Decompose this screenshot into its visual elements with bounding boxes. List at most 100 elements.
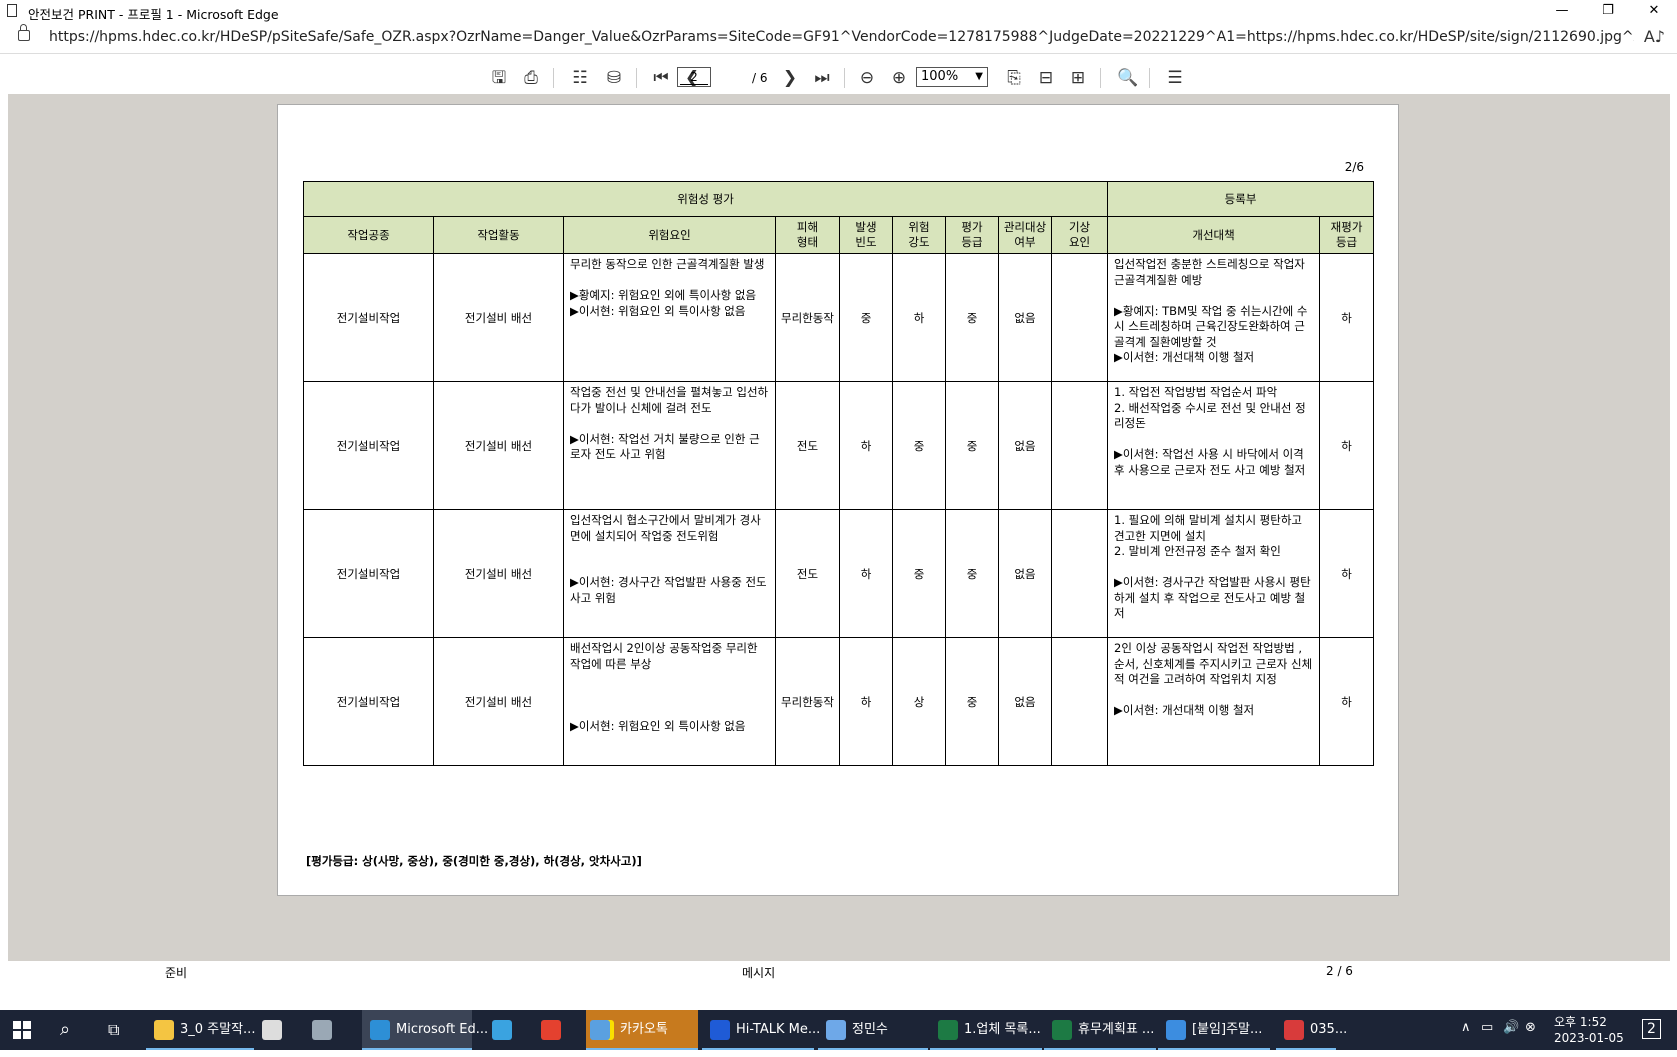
toolbar-divider <box>636 68 637 88</box>
frequency-cell: 중 <box>839 253 893 382</box>
app-icon <box>370 1020 390 1040</box>
notifications-icon[interactable]: 2 <box>1642 1019 1661 1039</box>
app-icon <box>154 1020 174 1040</box>
risk-assessment-table: 위험성 평가 등록부 작업공종 작업활동 위험요인 피해 형태 발생 빈도 위험 강도 평가… <box>302 181 1375 766</box>
window-title: 안전보건 PRINT - 프로필 1 - Microsoft Edge <box>28 7 279 22</box>
hazard-cell: 입선작업시 협소구간에서 말비계가 경사면에 설치되어 작업중 전도위험 ▶이서… <box>563 509 776 638</box>
managed-cell: 없음 <box>998 637 1052 766</box>
taskbar-app-label: [붙임]주말... <box>1192 1022 1263 1037</box>
taskbar-app-label: 휴무계획표 ... <box>1078 1022 1155 1037</box>
activity-cell: 전기설비 배선 <box>433 381 564 510</box>
chevron-up-icon[interactable]: ∧ <box>1461 1020 1471 1035</box>
next-page-icon[interactable]: ❯ <box>780 68 800 88</box>
work-type-cell: 전기설비작업 <box>303 381 434 510</box>
hazard-cell: 무리한 동작으로 인한 근골격계질환 발생 ▶황예지: 위험요인 외에 특이사항… <box>563 253 776 382</box>
taskbar-app-label: Hi-TALK Me... <box>736 1022 821 1037</box>
last-page-icon[interactable]: ⏭ <box>812 68 832 88</box>
measures-cell: 입선작업전 충분한 스트레칭으로 작업자 근골격계질환 예방 ▶황예지: TBM… <box>1107 253 1321 382</box>
taskbar-app-label: 카카오톡 <box>620 1022 668 1037</box>
file-icon[interactable] <box>262 1020 282 1040</box>
start-icon[interactable] <box>12 1010 36 1050</box>
taskbar-app[interactable]: 035... <box>1276 1010 1347 1050</box>
toolbar-divider <box>1100 68 1101 88</box>
taskbar-app-label: 035... <box>1310 1022 1348 1037</box>
add-page-icon[interactable]: ⊞ <box>1068 68 1088 88</box>
save-icon[interactable]: 🖫 <box>489 68 509 88</box>
network-icon[interactable]: ▭ <box>1481 1020 1493 1035</box>
volume-icon[interactable]: 🔊 <box>1503 1020 1519 1035</box>
task-view-icon[interactable]: ⧉ <box>108 1010 132 1050</box>
zoom-out-icon[interactable]: ⊖ <box>857 68 877 88</box>
managed-cell: 없음 <box>998 509 1052 638</box>
bird-app-icon[interactable] <box>492 1020 512 1040</box>
taskbar-app[interactable]: 1.업체 목록... <box>930 1010 1042 1050</box>
search-icon[interactable]: 🔍 <box>1117 68 1138 88</box>
minimize-button[interactable]: — <box>1539 0 1585 23</box>
zoom-in-icon[interactable]: ⊕ <box>889 68 909 88</box>
app-icon <box>710 1020 730 1040</box>
network-app-icon[interactable] <box>590 1020 610 1040</box>
search-icon[interactable]: ⌕ <box>60 1010 84 1050</box>
status-ready: 준비 <box>165 966 188 980</box>
table-row: 전기설비작업 전기설비 배선 입선작업시 협소구간에서 말비계가 경사면에 설치되어… <box>303 509 1375 638</box>
taskbar-app[interactable]: 휴무계획표 ... <box>1044 1010 1156 1050</box>
chrome-icon[interactable] <box>541 1020 561 1040</box>
database-icon[interactable]: ⛁ <box>604 68 624 88</box>
page-total: / 6 <box>752 71 768 85</box>
viewer-statusbar: 준비 메시지 2 / 6 <box>8 961 1670 982</box>
hazard-cell: 작업중 전선 및 안내선을 펼쳐놓고 입선하다가 발이나 신체에 걸려 전도 ▶… <box>563 381 776 510</box>
column-header: 재평가 등급 <box>1319 216 1375 254</box>
column-header: 관리대상 여부 <box>998 216 1052 254</box>
grade-legend: [평가등급: 상(사망, 중상), 중(경미한 중,경상), 하(경상, 앗차사… <box>306 854 642 868</box>
report-viewer[interactable]: 2/6 위험성 평가 등록부 작업공종 작업활동 위험요인 피해 형태 발생 빈도 위험 … <box>8 94 1670 961</box>
weather-cell <box>1050 509 1109 638</box>
lock-icon[interactable] <box>18 24 30 41</box>
severity-cell: 중 <box>892 381 946 510</box>
regrade-cell: 하 <box>1319 381 1375 510</box>
status-message: 메시지 <box>742 966 776 980</box>
clock-time[interactable]: 오후 1:52 <box>1554 1013 1607 1030</box>
status-icon[interactable]: ⊗ <box>1525 1020 1536 1035</box>
read-aloud-icon[interactable]: A♪ <box>1644 27 1665 46</box>
grade-cell: 중 <box>945 637 999 766</box>
taskbar-app[interactable]: 3_0 주말작... <box>146 1010 255 1050</box>
viewer-toolbar: 🖫 ⎙ ☷ ⛁ ⏮ ❮ 2 / 6 ❯ ⏭ ⊖ ⊕ 100% ▼ ⎘ ⊟ ⊞ 🔍 … <box>8 62 1670 94</box>
taskbar-app[interactable]: 정민수 <box>818 1010 928 1050</box>
page-layout-icon[interactable]: ⎘ <box>1004 68 1024 88</box>
taskbar-app[interactable]: Microsoft Ed... <box>362 1010 488 1050</box>
zoom-select[interactable]: 100% ▼ <box>916 67 988 87</box>
page-number-input[interactable]: 2 <box>677 67 711 87</box>
activity-cell: 전기설비 배선 <box>433 253 564 382</box>
column-header: 피해 형태 <box>775 216 840 254</box>
column-header: 위험요인 <box>563 216 776 254</box>
regrade-cell: 하 <box>1319 253 1375 382</box>
table-row: 전기설비작업 전기설비 배선 무리한 동작으로 인한 근골격계질환 발생 ▶황예지:… <box>303 253 1375 382</box>
document-list-icon[interactable]: ☷ <box>570 68 590 88</box>
app-icon <box>826 1020 846 1040</box>
restore-button[interactable]: ❐ <box>1585 0 1631 23</box>
app-icon <box>938 1020 958 1040</box>
column-header: 개선대책 <box>1107 216 1321 254</box>
first-page-icon[interactable]: ⏮ <box>651 68 671 88</box>
taskbar-app-label: 1.업체 목록... <box>964 1022 1041 1037</box>
menu-icon[interactable]: ☰ <box>1165 68 1185 88</box>
work-type-cell: 전기설비작업 <box>303 253 434 382</box>
close-button[interactable]: ✕ <box>1631 0 1677 23</box>
taskbar-app[interactable]: [붙임]주말... <box>1158 1010 1270 1050</box>
regrade-cell: 하 <box>1319 509 1375 638</box>
column-header: 작업공종 <box>303 216 434 254</box>
taskbar-app[interactable]: Hi-TALK Me... <box>702 1010 820 1050</box>
frequency-cell: 하 <box>839 637 893 766</box>
taskbar-app-label: 정민수 <box>852 1022 888 1037</box>
fit-page-icon[interactable]: ⊟ <box>1036 68 1056 88</box>
regrade-cell: 하 <box>1319 637 1375 766</box>
notepad-icon[interactable] <box>312 1020 332 1040</box>
url-field[interactable]: https://hpms.hdec.co.kr/HDeSP/pSiteSafe/… <box>49 29 1634 45</box>
damage-type-cell: 무리한동작 <box>775 637 840 766</box>
managed-cell: 없음 <box>998 253 1052 382</box>
clock-date[interactable]: 2023-01-05 <box>1554 1031 1624 1045</box>
print-icon[interactable]: ⎙ <box>521 68 541 88</box>
measures-cell: 2인 이상 공동작업시 작업전 작업방법 , 순서, 신호체계를 주지시키고 근… <box>1107 637 1321 766</box>
damage-type-cell: 무리한동작 <box>775 253 840 382</box>
app-icon <box>1052 1020 1072 1040</box>
